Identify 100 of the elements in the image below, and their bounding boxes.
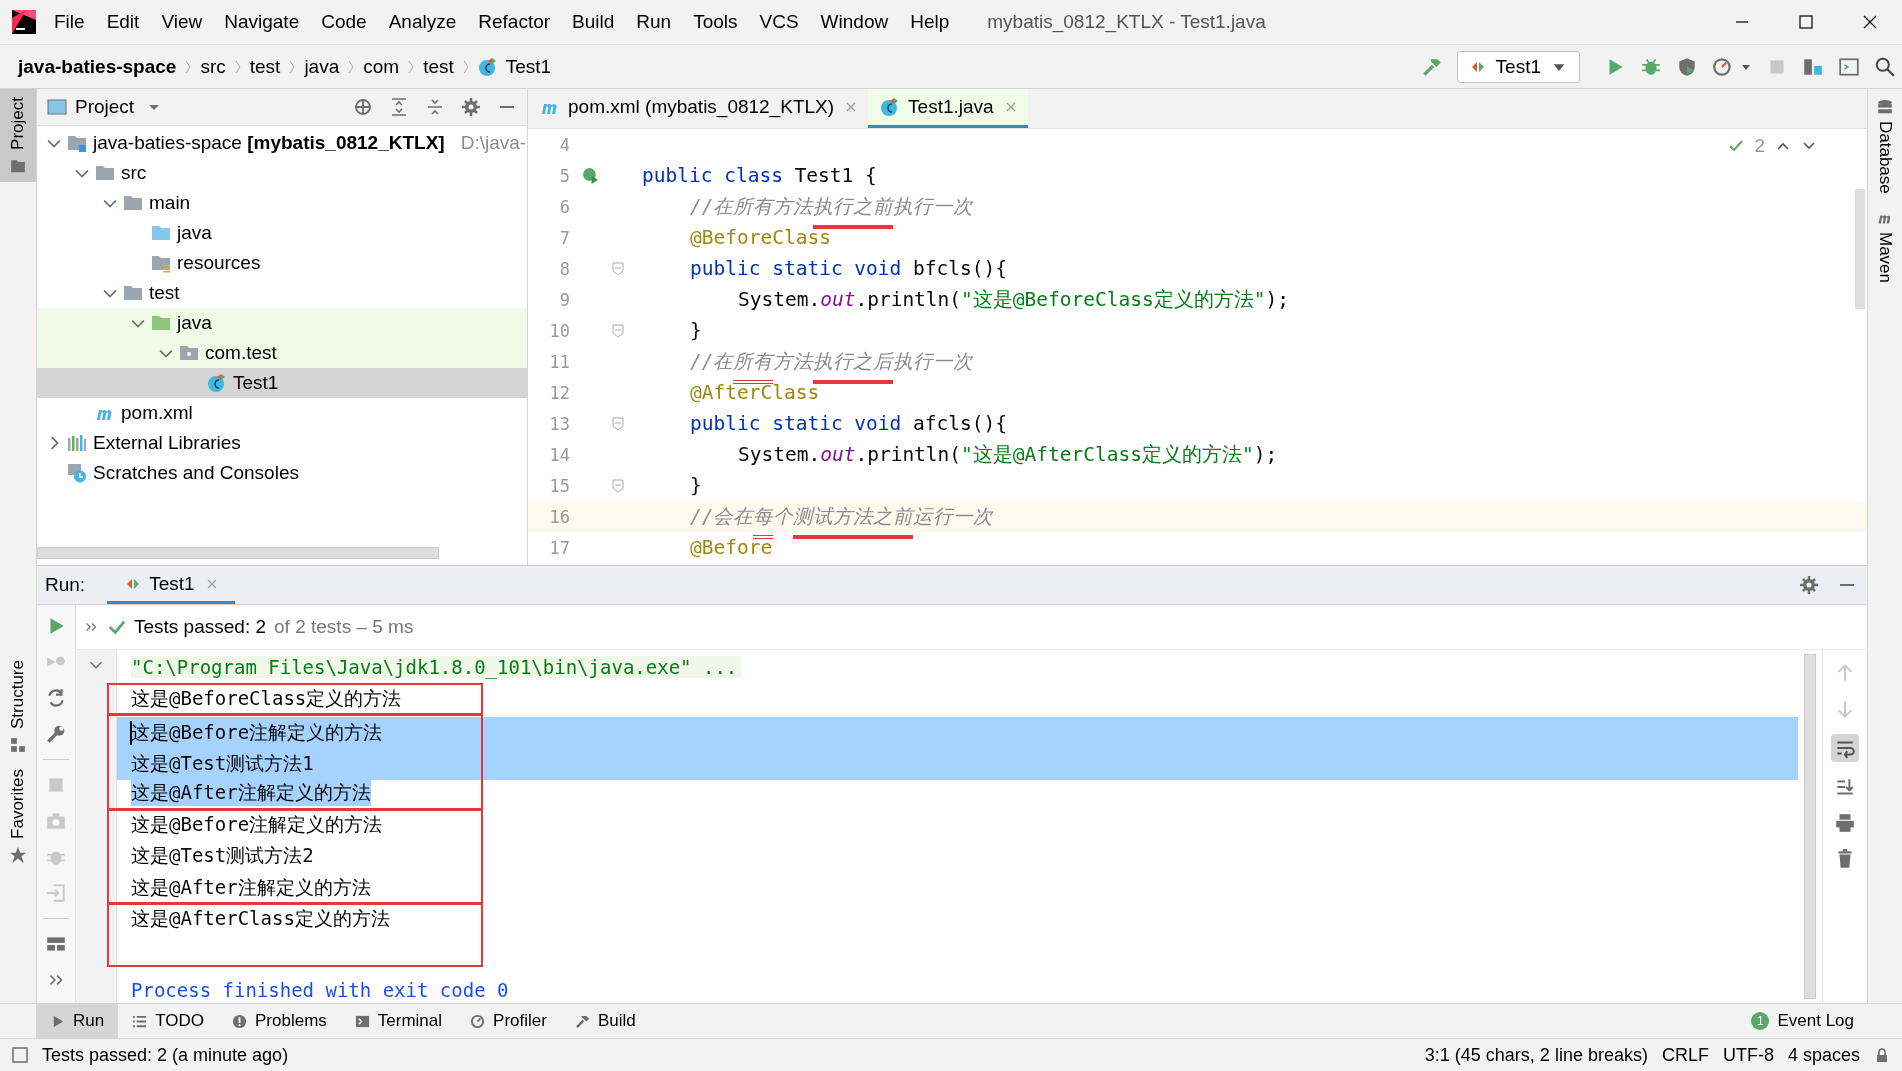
tree-item[interactable]: main: [37, 188, 527, 218]
menu-item[interactable]: VCS: [759, 11, 799, 33]
tree-item[interactable]: resources: [37, 248, 527, 278]
tool-window-button[interactable]: Run: [36, 1004, 119, 1038]
menu-item[interactable]: Help: [910, 11, 950, 33]
menu-item[interactable]: Window: [820, 11, 889, 33]
tree-item[interactable]: src: [37, 158, 527, 188]
run-tab[interactable]: Test1: [107, 566, 235, 604]
tree-item[interactable]: java: [37, 308, 527, 338]
tool-window-button[interactable]: Structure: [0, 651, 36, 761]
terminal-icon: [354, 1013, 370, 1029]
tool-window-button[interactable]: Terminal: [340, 1004, 457, 1038]
breadcrumb[interactable]: java: [304, 55, 340, 78]
window-icon[interactable]: [1838, 55, 1860, 78]
scrollbar[interactable]: [37, 547, 439, 559]
fold-marker-icon[interactable]: [612, 478, 624, 493]
menu-item[interactable]: Refactor: [478, 11, 551, 33]
run-configuration-dropdown[interactable]: Test1: [1456, 50, 1580, 83]
fold-marker-icon[interactable]: [612, 323, 624, 338]
collapse-all-icon[interactable]: [425, 97, 445, 117]
tree-item[interactable]: java: [37, 218, 527, 248]
folder-icon: [95, 163, 115, 183]
profiler-icon[interactable]: [1712, 55, 1734, 78]
scrollbar[interactable]: [1804, 654, 1816, 999]
line-separator[interactable]: CRLF: [1661, 1044, 1709, 1066]
menu-item[interactable]: File: [54, 11, 85, 33]
locate-icon[interactable]: [353, 97, 373, 117]
tool-window-button[interactable]: TODO: [118, 1004, 218, 1038]
breadcrumb-separator-icon: [233, 58, 242, 75]
wrench-icon[interactable]: [45, 723, 67, 745]
scrollbar[interactable]: [1855, 189, 1865, 309]
breadcrumb-separator-icon: [407, 58, 416, 75]
gauge-icon: [470, 1013, 486, 1029]
tool-window-button[interactable]: Maven: [1875, 209, 1895, 283]
breadcrumb[interactable]: java-baties-space: [18, 55, 177, 78]
line-number: 15: [548, 475, 570, 496]
menu-item[interactable]: Edit: [106, 11, 140, 33]
tool-window-button[interactable]: Database: [1875, 99, 1895, 194]
editor-tab[interactable]: Test1.java: [868, 89, 1028, 128]
tree-item[interactable]: Test1: [37, 368, 527, 398]
editor-tab[interactable]: pom.xml (mybatis_0812_KTLX): [528, 89, 869, 128]
menu-item[interactable]: Code: [321, 11, 367, 33]
breadcrumb[interactable]: com: [363, 55, 400, 78]
caret-position[interactable]: 3:1 (45 chars, 2 line breaks): [1424, 1044, 1648, 1066]
libraries-icon: [67, 433, 87, 453]
console-line: 这是@Before注解定义的方法: [131, 811, 383, 837]
hammer-icon: [574, 1013, 590, 1029]
breadcrumb[interactable]: test: [249, 55, 281, 78]
tree-item[interactable]: Scratches and Consoles: [37, 458, 527, 488]
status-message: Tests passed: 2 (a minute ago): [42, 1044, 289, 1066]
breadcrumb[interactable]: Test1: [505, 55, 552, 78]
lock-icon[interactable]: [1874, 1047, 1890, 1063]
line-number: 4: [558, 134, 570, 155]
maximize-icon[interactable]: [1798, 14, 1814, 30]
line-number: 17: [548, 537, 570, 558]
fold-marker-icon[interactable]: [612, 416, 624, 431]
settings-icon[interactable]: [1799, 575, 1819, 595]
fold-marker-icon[interactable]: [612, 261, 624, 276]
tool-window-button[interactable]: Problems: [218, 1004, 341, 1038]
menu-item[interactable]: View: [161, 11, 203, 33]
layout-toggle-icon[interactable]: [12, 1047, 28, 1063]
search-icon[interactable]: [1874, 55, 1896, 78]
menu-item[interactable]: Tools: [693, 11, 738, 33]
console-line: 这是@After注解定义的方法: [131, 874, 371, 900]
menu-item[interactable]: Build: [572, 11, 615, 33]
folder-icon: [179, 343, 199, 363]
code-line: public class Test1 {: [642, 164, 877, 189]
tree-item[interactable]: java-baties-space [mybatis_0812_KTLX] D:\java-: [37, 128, 527, 158]
tree-item[interactable]: com.test: [37, 338, 527, 368]
event-log-button[interactable]: 1 Event Log: [1751, 1011, 1854, 1031]
breadcrumb[interactable]: test: [423, 55, 454, 78]
tree-item[interactable]: External Libraries: [37, 428, 527, 458]
close-icon[interactable]: [1862, 14, 1878, 30]
line-number: 5: [558, 165, 570, 186]
scroll-to-end-icon[interactable]: [1834, 776, 1856, 798]
panel-title[interactable]: Project: [75, 96, 135, 118]
tool-window-button[interactable]: Profiler: [456, 1004, 561, 1038]
tool-window-button[interactable]: Favorites: [0, 760, 36, 871]
menu-item[interactable]: Analyze: [388, 11, 457, 33]
console-line: 这是@Before注解定义的方法: [131, 719, 383, 745]
folder-icon: [151, 223, 171, 243]
settings-icon[interactable]: [461, 97, 481, 117]
database-icon: [1877, 99, 1893, 115]
run-gutter-icon[interactable]: [581, 167, 599, 184]
indent-setting[interactable]: 4 spaces: [1787, 1044, 1860, 1066]
shield-icon[interactable]: [1676, 55, 1698, 78]
tool-window-button[interactable]: Project: [0, 89, 36, 182]
tree-item[interactable]: test: [37, 278, 527, 308]
print-icon[interactable]: [1834, 812, 1856, 834]
breadcrumb[interactable]: src: [200, 55, 226, 78]
menu-item[interactable]: Run: [636, 11, 672, 33]
soft-wrap-icon[interactable]: [1831, 734, 1859, 762]
file-encoding[interactable]: UTF-8: [1722, 1044, 1774, 1066]
check-icon[interactable]: [1728, 138, 1745, 154]
toggle-auto-test-icon[interactable]: [45, 687, 67, 709]
tree-item[interactable]: pom.xml: [37, 398, 527, 428]
menu-item[interactable]: Navigate: [224, 11, 300, 33]
expand-all-icon[interactable]: [389, 97, 409, 117]
tool-window-button[interactable]: Build: [560, 1004, 650, 1038]
line-number: 14: [548, 444, 570, 465]
